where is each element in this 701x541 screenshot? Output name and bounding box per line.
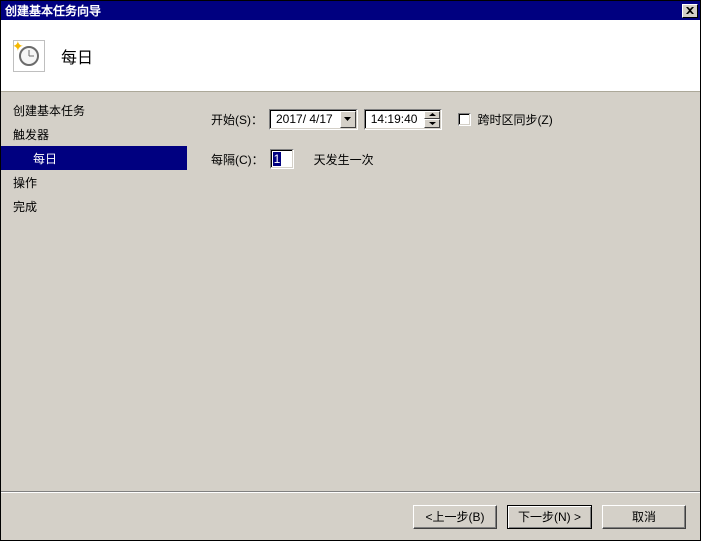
wizard-steps-sidebar: 创建基本任务 触发器 每日 操作 完成 — [1, 92, 187, 492]
time-spin-up[interactable] — [424, 111, 440, 120]
recur-days-value: 1 — [273, 152, 282, 166]
wizard-header: ✦ 每日 — [1, 20, 700, 92]
close-icon — [686, 7, 694, 14]
recur-label: 每隔(C)： — [211, 151, 264, 168]
time-spin-buttons — [424, 111, 440, 128]
chevron-down-icon — [429, 122, 436, 125]
clock-icon: ✦ — [13, 40, 45, 72]
sidebar-item-label: 触发器 — [13, 126, 49, 143]
title-bar: 创建基本任务向导 — [1, 1, 700, 20]
back-button[interactable]: <上一步(B) — [413, 505, 497, 529]
sidebar-item-daily[interactable]: 每日 — [1, 146, 187, 170]
cancel-button[interactable]: 取消 — [602, 505, 686, 529]
start-time-value: 14:19:40 — [365, 110, 424, 129]
sidebar-item-label: 完成 — [13, 198, 37, 215]
start-date-picker[interactable]: 2017/ 4/17 — [269, 109, 358, 130]
chevron-down-icon — [344, 117, 351, 121]
sidebar-item-label: 操作 — [13, 174, 37, 191]
wizard-content: 开始(S)： 2017/ 4/17 14:19:40 — [187, 92, 700, 492]
start-date-value: 2017/ 4/17 — [270, 110, 339, 129]
sidebar-item-label: 每日 — [33, 150, 57, 167]
recur-days-input[interactable]: 1 — [270, 149, 294, 169]
sidebar-item-action[interactable]: 操作 — [1, 170, 187, 194]
start-row: 开始(S)： 2017/ 4/17 14:19:40 — [211, 106, 692, 132]
sidebar-item-trigger[interactable]: 触发器 — [1, 122, 187, 146]
sync-timezone-checkbox[interactable] — [458, 113, 471, 126]
next-button-label: 下一步(N) > — [518, 508, 581, 525]
sidebar-item-create-basic-task[interactable]: 创建基本任务 — [1, 98, 187, 122]
recur-row: 每隔(C)： 1 天发生一次 — [211, 146, 692, 172]
wizard-footer: <上一步(B) 下一步(N) > 取消 — [1, 492, 700, 540]
chevron-up-icon — [429, 113, 436, 116]
start-time-picker[interactable]: 14:19:40 — [364, 109, 443, 130]
recur-suffix-label: 天发生一次 — [314, 151, 374, 168]
back-button-label: <上一步(B) — [425, 508, 484, 525]
time-spin-down[interactable] — [424, 119, 440, 128]
start-label: 开始(S)： — [211, 111, 263, 128]
sidebar-item-finish[interactable]: 完成 — [1, 194, 187, 218]
date-dropdown-button[interactable] — [340, 111, 356, 128]
cancel-button-label: 取消 — [632, 508, 656, 525]
window-title: 创建基本任务向导 — [5, 2, 101, 19]
sidebar-item-label: 创建基本任务 — [13, 102, 85, 119]
sync-timezone-label[interactable]: 跨时区同步(Z) — [477, 111, 552, 128]
wizard-body: 创建基本任务 触发器 每日 操作 完成 开始(S)： 2017/ 4/17 — [1, 92, 700, 492]
page-heading: 每日 — [61, 44, 93, 68]
wizard-window: 创建基本任务向导 ✦ 每日 创建基本任务 触发器 每日 — [0, 0, 701, 541]
close-button[interactable] — [682, 4, 698, 18]
next-button[interactable]: 下一步(N) > — [507, 505, 592, 529]
